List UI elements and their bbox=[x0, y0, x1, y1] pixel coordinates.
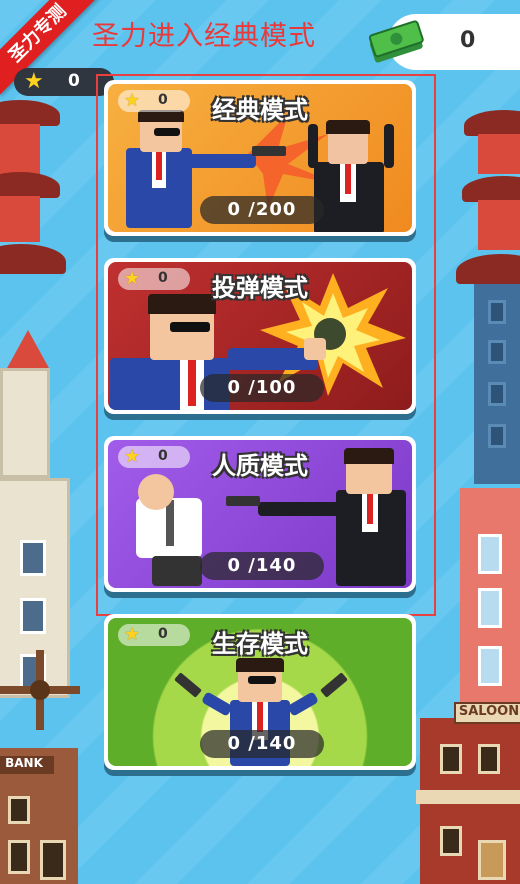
mode-title: 经典模式 bbox=[212, 96, 308, 124]
pistol-icon bbox=[252, 146, 286, 156]
mode-card-grenade[interactable]: ★ 0 投弹模式 0 /100 bbox=[104, 258, 416, 414]
mode-title: 生存模式 bbox=[212, 630, 308, 658]
pistol-icon bbox=[320, 672, 348, 698]
mode-progress: 0 /140 bbox=[200, 552, 324, 580]
bank-sign: BANK bbox=[0, 756, 54, 774]
pistol-icon bbox=[226, 496, 260, 506]
star-count: 0 bbox=[68, 71, 80, 91]
mode-card-classic[interactable]: ★ 0 经典模式 0 /200 bbox=[104, 80, 416, 236]
money-count: 0 bbox=[460, 28, 476, 53]
mode-title: 投弹模式 bbox=[212, 274, 308, 302]
pistol-icon bbox=[174, 672, 202, 698]
mode-card-hostage[interactable]: ★ 0 人质模式 0 /140 bbox=[104, 436, 416, 592]
mode-progress: 0 /140 bbox=[200, 730, 324, 758]
cash-icon bbox=[368, 20, 424, 63]
mode-title: 人质模式 bbox=[212, 452, 308, 480]
saloon-sign: SALOON bbox=[454, 702, 520, 724]
star-icon: ★ bbox=[24, 69, 44, 94]
page-title: 圣力进入经典模式 bbox=[92, 21, 316, 52]
mode-progress: 0 /200 bbox=[200, 196, 324, 224]
mode-progress: 0 /100 bbox=[200, 374, 324, 402]
mode-card-survival[interactable]: ★ 0 生存模式 0 /140 bbox=[104, 614, 416, 770]
